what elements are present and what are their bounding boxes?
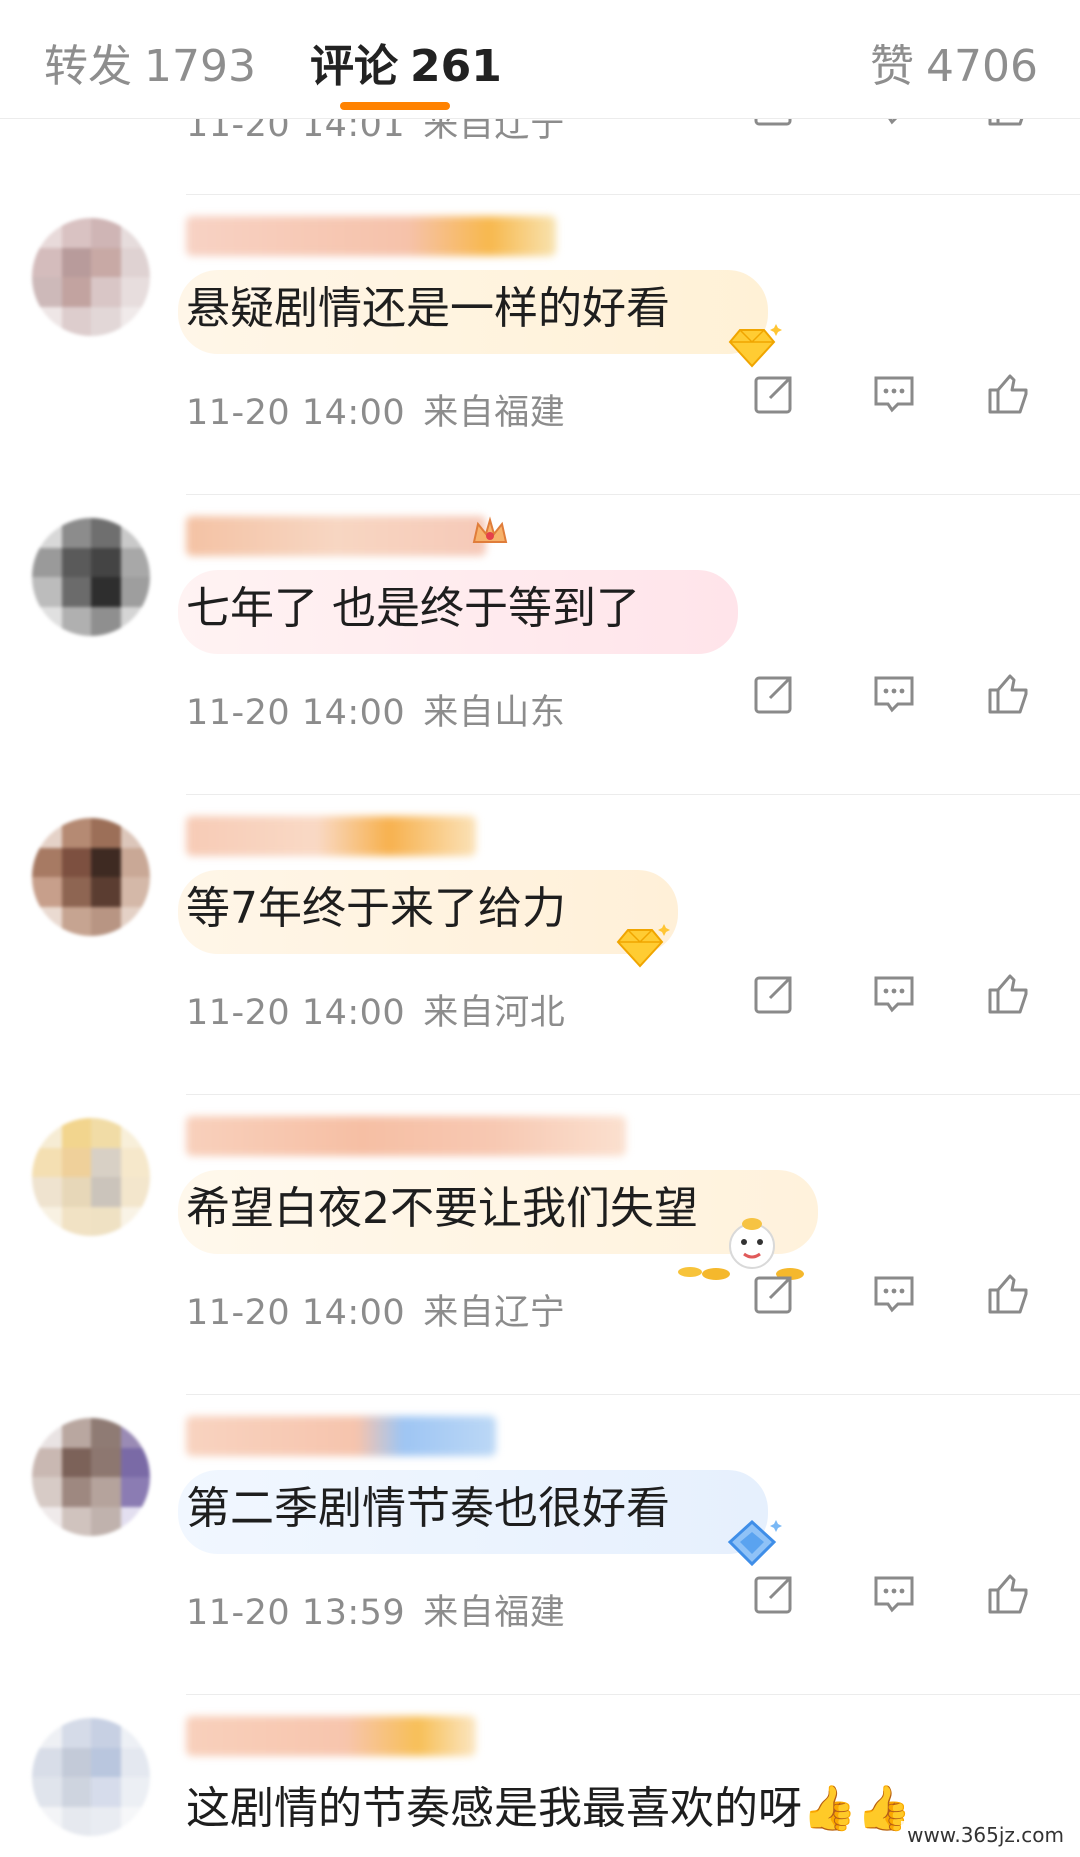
like-icon (988, 374, 1028, 414)
comment-time: 11-20 14:00 (186, 1293, 406, 1333)
username-blurred[interactable] (186, 1416, 496, 1456)
divider (186, 794, 1080, 795)
tab-comments-count: 261 (410, 41, 502, 92)
comment-time: 11-20 14:00 (186, 393, 406, 433)
avatar[interactable] (32, 818, 150, 936)
diamond-badge-icon (616, 924, 670, 968)
like-button[interactable] (986, 972, 1046, 1032)
reply-button[interactable] (872, 672, 932, 732)
comment-text: 希望白夜2不要让我们失望 (186, 1183, 698, 1234)
comment-item: 七年了 也是终于等到了 11-20 14:00 来自山东 (0, 494, 1080, 794)
avatar[interactable] (32, 218, 150, 336)
diamond-badge-icon (728, 324, 782, 368)
share-icon (754, 1276, 792, 1314)
avatar[interactable] (32, 1118, 150, 1236)
comment-text: 等7年终于来了给力 (186, 883, 566, 934)
like-button[interactable] (986, 672, 1046, 732)
comment-text: 悬疑剧情还是一样的好看 (186, 283, 670, 334)
tab-likes-label: 赞 (870, 41, 915, 92)
tab-likes[interactable]: 赞 4706 (870, 30, 1038, 94)
comment-text: 七年了 也是终于等到了 (186, 583, 640, 634)
comment-location: 来自福建 (423, 393, 566, 433)
comment-meta: 11-20 14:00 来自河北 (186, 984, 565, 1035)
comment-item: 悬疑剧情还是一样的好看 11-20 14:00 来自福建 (0, 194, 1080, 494)
share-button[interactable] (752, 1572, 812, 1632)
divider (186, 494, 1080, 495)
like-button[interactable] (986, 1572, 1046, 1632)
avatar[interactable] (32, 518, 150, 636)
divider (186, 194, 1080, 195)
reply-icon (874, 676, 914, 713)
crown-badge-icon (472, 516, 508, 543)
comment-meta: 11-20 14:00 来自辽宁 (186, 1284, 565, 1335)
active-tab-indicator (340, 102, 450, 110)
share-button[interactable] (752, 372, 812, 432)
reply-button[interactable] (872, 972, 932, 1032)
share-button[interactable] (752, 672, 812, 732)
like-icon (988, 1574, 1028, 1614)
comment-location: 来自河北 (423, 993, 566, 1033)
blue-diamond-badge-icon (727, 1519, 782, 1567)
comment-meta: 11-20 13:59 来自福建 (186, 1584, 565, 1635)
comment-meta: 11-20 14:00 来自福建 (186, 384, 565, 435)
tab-repost-label: 转发 (44, 41, 132, 92)
like-button[interactable] (986, 1272, 1046, 1332)
comment-tabs: 转发 1793 评论 261 赞 4706 (0, 0, 1080, 119)
avatar[interactable] (32, 1718, 150, 1836)
tab-repost-count: 1793 (144, 41, 256, 92)
share-button[interactable] (752, 1272, 812, 1332)
like-icon (988, 674, 1028, 714)
comment-time: 11-20 14:00 (186, 693, 406, 733)
comment-text: 这剧情的节奏感是我最喜欢的呀👍👍 (186, 1783, 912, 1834)
reply-button[interactable] (872, 372, 932, 432)
reply-icon (874, 376, 914, 413)
username-blurred[interactable] (186, 1716, 476, 1756)
username-blurred[interactable] (186, 816, 476, 856)
share-icon (754, 676, 792, 714)
comment-item: 希望白夜2不要让我们失望 11-20 14:00 来自辽宁 (0, 1094, 1080, 1394)
tab-comments-label: 评论 (310, 41, 398, 92)
share-icon (754, 976, 792, 1014)
comment-time: 11-20 13:59 (186, 1593, 406, 1633)
comment-item: 等7年终于来了给力 11-20 14:00 来自河北 (0, 794, 1080, 1094)
comment-meta: 11-20 14:00 来自山东 (186, 684, 565, 735)
reply-icon (874, 1576, 914, 1613)
share-button[interactable] (752, 972, 812, 1032)
tab-repost[interactable]: 转发 1793 (44, 30, 256, 94)
comment-location: 来自山东 (423, 693, 566, 733)
comment-location: 来自福建 (423, 1593, 566, 1633)
reply-button[interactable] (872, 1272, 932, 1332)
tab-likes-count: 4706 (926, 41, 1038, 92)
username-blurred[interactable] (186, 516, 486, 556)
previous-comment-meta: 11-20 14:01 来自辽宁 (0, 86, 1080, 194)
like-icon (988, 974, 1028, 1014)
reply-button[interactable] (872, 1572, 932, 1632)
share-icon (754, 1576, 792, 1614)
username-blurred[interactable] (186, 1116, 626, 1156)
share-icon (754, 376, 792, 414)
avatar[interactable] (32, 1418, 150, 1536)
username-blurred[interactable] (186, 216, 556, 256)
reply-icon (874, 1276, 914, 1313)
watermark: www.365jz.com (901, 1821, 1070, 1849)
comment-location: 来自辽宁 (423, 1293, 566, 1333)
tab-comments[interactable]: 评论 261 (310, 30, 502, 94)
like-button[interactable] (986, 372, 1046, 432)
divider (186, 1094, 1080, 1095)
comment-item: 第二季剧情节奏也很好看 11-20 13:59 来自福建 (0, 1394, 1080, 1694)
divider (186, 1394, 1080, 1395)
like-icon (988, 1274, 1028, 1314)
comment-text: 第二季剧情节奏也很好看 (186, 1483, 670, 1534)
comment-time: 11-20 14:00 (186, 993, 406, 1033)
reply-icon (874, 976, 914, 1013)
divider (186, 1694, 1080, 1695)
